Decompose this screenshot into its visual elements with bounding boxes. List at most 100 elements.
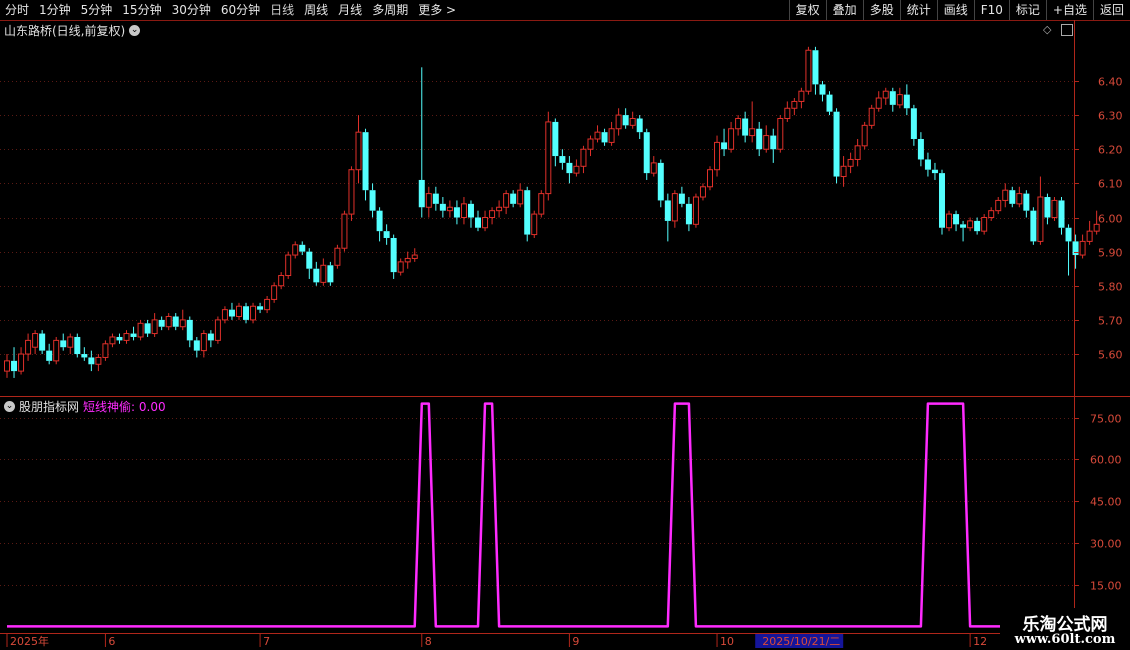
toolbar-button-8[interactable]: 返回 bbox=[1092, 0, 1130, 20]
candle bbox=[531, 210, 538, 238]
indicator-series bbox=[7, 402, 1027, 628]
period-tab-9[interactable]: 多周期 bbox=[367, 0, 413, 20]
candle bbox=[756, 121, 763, 157]
candle bbox=[1065, 224, 1072, 276]
candle-body-down bbox=[960, 224, 967, 228]
period-tab-1[interactable]: 1分钟 bbox=[34, 0, 76, 20]
candle bbox=[228, 302, 235, 320]
candle bbox=[938, 169, 945, 235]
candle-body-down bbox=[721, 142, 728, 150]
candle bbox=[924, 152, 931, 177]
candle bbox=[179, 309, 186, 331]
price-tick-label: 5.90 bbox=[1098, 247, 1123, 260]
toolbar-button-6[interactable]: 标记 bbox=[1008, 0, 1046, 20]
candle-body-up bbox=[285, 254, 292, 277]
candle-body-down bbox=[938, 173, 945, 228]
window-toggle-icon[interactable] bbox=[1061, 24, 1073, 36]
candle bbox=[699, 183, 706, 201]
candle-body-up bbox=[840, 165, 847, 178]
candle bbox=[903, 84, 910, 116]
candle bbox=[425, 186, 432, 218]
candle bbox=[650, 156, 657, 177]
candle bbox=[39, 330, 46, 355]
candle-body-up bbox=[53, 339, 60, 362]
candle bbox=[25, 333, 32, 361]
period-tab-7[interactable]: 周线 bbox=[299, 0, 333, 20]
chevron-down-icon[interactable]: ⌄ bbox=[4, 401, 15, 412]
candle-body-up bbox=[460, 203, 467, 219]
toolbar-button-3[interactable]: 统计 bbox=[899, 0, 937, 20]
candle bbox=[629, 111, 636, 129]
period-tab-8[interactable]: 月线 bbox=[333, 0, 367, 20]
candle-body-down bbox=[418, 179, 425, 208]
toolbar-button-1[interactable]: 叠加 bbox=[825, 0, 863, 20]
candle-body-up bbox=[798, 90, 805, 102]
toolbar-button-7[interactable]: +自选 bbox=[1045, 0, 1093, 20]
candle bbox=[566, 156, 573, 184]
candle-body-down bbox=[931, 169, 938, 174]
candle bbox=[692, 193, 699, 228]
candle bbox=[172, 313, 179, 331]
candle bbox=[250, 302, 257, 324]
candle bbox=[552, 118, 559, 167]
period-tab-0[interactable]: 分时 bbox=[0, 0, 34, 20]
diamond-icon[interactable]: ◇ bbox=[1043, 23, 1051, 36]
toolbar-button-5[interactable]: F10 bbox=[973, 0, 1009, 20]
candle-body-up bbox=[235, 305, 242, 317]
period-tab-6[interactable]: 日线 bbox=[265, 0, 299, 20]
candle-body-up bbox=[735, 118, 742, 130]
candle-body-down bbox=[552, 121, 559, 157]
candle bbox=[446, 200, 453, 218]
toolbar-button-0[interactable]: 复权 bbox=[788, 0, 826, 20]
candle bbox=[931, 162, 938, 180]
candle-body-up bbox=[503, 193, 510, 208]
candle-body-down bbox=[819, 84, 826, 95]
chevron-down-icon[interactable]: ⌄ bbox=[129, 25, 141, 36]
candle-body-up bbox=[882, 90, 889, 99]
candle-body-up bbox=[868, 107, 875, 126]
candle-body-up bbox=[777, 118, 784, 150]
candle bbox=[88, 350, 95, 372]
candle-body-down bbox=[116, 336, 123, 341]
candle-body-up bbox=[355, 131, 362, 171]
period-tab-2[interactable]: 5分钟 bbox=[76, 0, 118, 20]
candle-body-up bbox=[496, 206, 503, 212]
candle-body-down bbox=[81, 354, 88, 358]
candle-body-up bbox=[250, 305, 257, 321]
candle-body-down bbox=[1065, 227, 1072, 242]
period-tab-3[interactable]: 15分钟 bbox=[117, 0, 166, 20]
candle-body-down bbox=[1072, 241, 1079, 256]
period-tab-10[interactable]: 更多 > bbox=[413, 0, 461, 20]
candle-body-down bbox=[924, 159, 931, 170]
toolbar-button-2[interactable]: 多股 bbox=[862, 0, 900, 20]
candle bbox=[467, 200, 474, 228]
candle-body-up bbox=[749, 128, 756, 137]
candle-body-up bbox=[165, 315, 172, 328]
candle-body-down bbox=[383, 231, 390, 238]
price-tick-label: 5.60 bbox=[1098, 349, 1123, 362]
period-tab-4[interactable]: 30分钟 bbox=[167, 0, 216, 20]
period-tab-5[interactable]: 60分钟 bbox=[216, 0, 265, 20]
price-tick-label: 6.20 bbox=[1098, 144, 1123, 157]
candle-body-down bbox=[88, 357, 95, 365]
candle-body-up bbox=[805, 49, 812, 92]
candle-body-down bbox=[453, 207, 460, 218]
candle bbox=[18, 347, 25, 375]
candle bbox=[545, 111, 552, 201]
candle-body-down bbox=[643, 132, 650, 174]
candle bbox=[826, 91, 833, 116]
candle bbox=[81, 347, 88, 361]
candle bbox=[221, 306, 228, 324]
candle-body-up bbox=[692, 196, 699, 225]
candle-body-up bbox=[629, 118, 636, 126]
toolbar-button-4[interactable]: 画线 bbox=[936, 0, 974, 20]
candle-body-up bbox=[538, 193, 545, 215]
candle bbox=[482, 210, 489, 232]
kline-chart[interactable]: 6.40 6.30 6.20 6.10 6.00 5.90 5.80 5.70 5.60 75.0… bbox=[0, 0, 1130, 650]
candle-body-up bbox=[1079, 240, 1086, 256]
candle bbox=[341, 210, 348, 252]
candle bbox=[1016, 186, 1023, 208]
candlestick-series bbox=[4, 46, 1100, 378]
candle-body-down bbox=[510, 193, 517, 204]
candle-body-down bbox=[46, 350, 53, 361]
